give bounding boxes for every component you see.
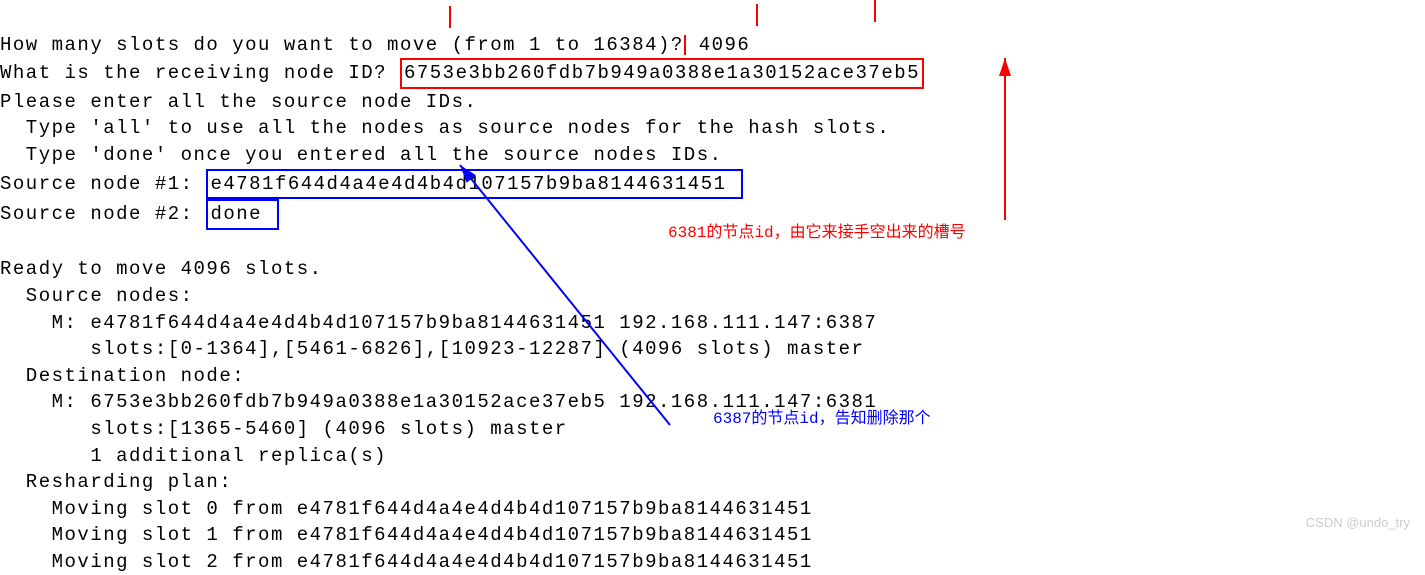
dest-node-slots: slots:[1365-5460] (4096 slots) master: [0, 418, 568, 440]
prompt-source-ids: Please enter all the source node IDs.: [0, 91, 477, 113]
source-node-slots: slots:[0-1364],[5461-6826],[10923-12287]…: [0, 338, 864, 360]
source-node-2-label: Source node #2:: [0, 203, 206, 225]
hint-done: Type 'done' once you entered all the sou…: [0, 144, 723, 166]
terminal-output: How many slots do you want to move (from…: [0, 5, 924, 575]
prompt-slots: How many slots do you want to move (from…: [0, 34, 684, 56]
replica-line: 1 additional replica(s): [0, 445, 387, 467]
blue-annotation: 6387的节点id，告知删除那个: [713, 408, 931, 430]
input-slots: 4096: [686, 34, 751, 56]
ready-line: Ready to move 4096 slots.: [0, 258, 323, 280]
source-node-1-box: e4781f644d4a4e4d4b4d107157b9ba8144631451: [206, 169, 743, 200]
resharding-header: Resharding plan:: [0, 471, 232, 493]
source-node-done-box: done: [206, 199, 279, 230]
prompt-receiving: What is the receiving node ID?: [0, 62, 400, 84]
hint-all: Type 'all' to use all the nodes as sourc…: [0, 117, 890, 139]
moving-slot-2: Moving slot 2 from e4781f644d4a4e4d4b4d1…: [0, 551, 813, 573]
red-annotation: 6381的节点id，由它来接手空出来的槽号: [668, 222, 966, 244]
moving-slot-1: Moving slot 1 from e4781f644d4a4e4d4b4d1…: [0, 524, 813, 546]
watermark: CSDN @undo_try: [1306, 514, 1410, 532]
moving-slot-0: Moving slot 0 from e4781f644d4a4e4d4b4d1…: [0, 498, 813, 520]
receiving-node-id-box: 6753e3bb260fdb7b949a0388e1a30152ace37eb5: [400, 58, 924, 89]
source-node-1-label: Source node #1:: [0, 173, 206, 195]
source-node-detail: M: e4781f644d4a4e4d4b4d107157b9ba8144631…: [0, 312, 877, 334]
source-nodes-header: Source nodes:: [0, 285, 194, 307]
dest-node-header: Destination node:: [0, 365, 245, 387]
